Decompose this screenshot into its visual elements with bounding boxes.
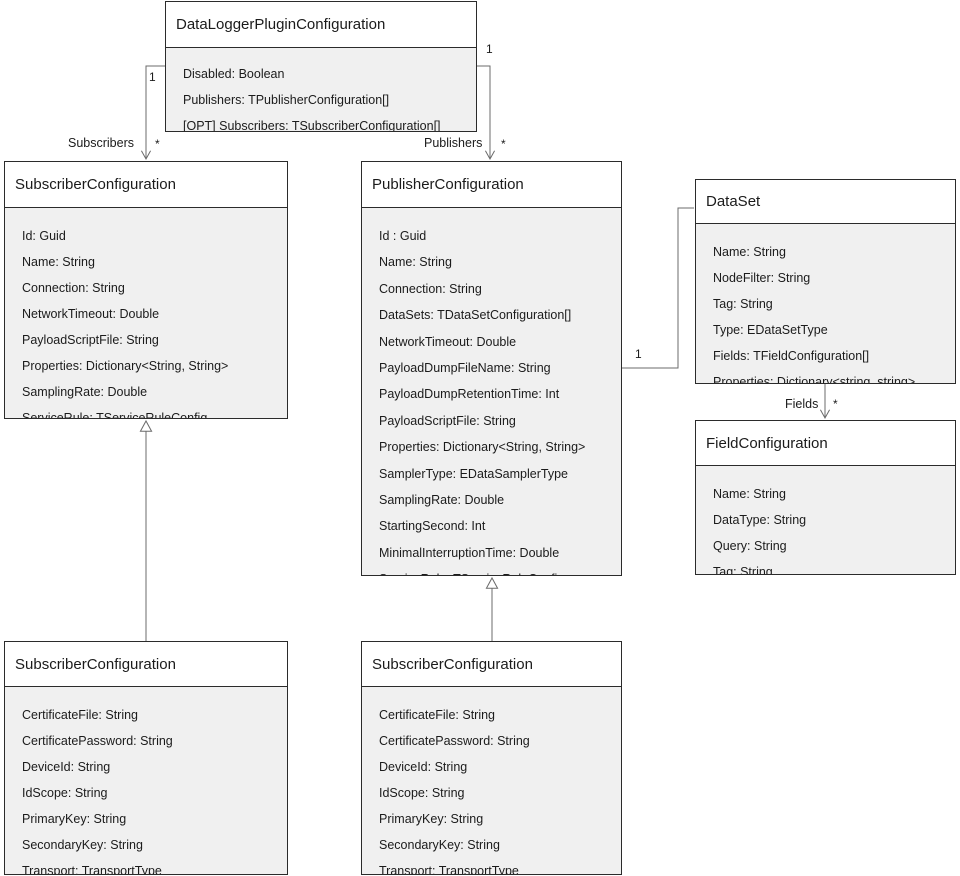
uml-class-subscriber-sub-center[interactable]: SubscriberConfiguration CertificateFile: … xyxy=(361,641,622,875)
uml-attribute: CertificatePassword: String xyxy=(22,734,173,748)
uml-class-name-dataset: DataSet xyxy=(696,180,955,224)
uml-attribute-list-publisher: Id : Guid Name: String Connection: String D… xyxy=(362,208,621,575)
uml-attribute: ServiceRule: TServiceRuleConfig xyxy=(22,411,208,418)
uml-attribute: Connection: String xyxy=(22,281,125,295)
uml-attribute: SamplerType: EDataSamplerType xyxy=(379,466,568,481)
uml-attribute: CertificatePassword: String xyxy=(379,734,530,748)
uml-class-name-publisher: PublisherConfiguration xyxy=(362,162,621,208)
uml-attribute: Tag: String xyxy=(713,297,773,311)
uml-attribute: DeviceId: String xyxy=(379,760,468,774)
edge-label-lbl-fields-many: * xyxy=(833,397,838,411)
uml-class-name-subscriber-sub-center: SubscriberConfiguration xyxy=(362,642,621,687)
uml-attribute: Name: String xyxy=(713,245,786,259)
edge-label-lbl-publishers-role: Publishers xyxy=(424,136,483,150)
uml-attribute: SecondaryKey: String xyxy=(379,838,500,852)
uml-class-publisher[interactable]: PublisherConfiguration Id : Guid Name: Str… xyxy=(361,161,622,576)
uml-attribute: Properties: Dictionary<String, String> xyxy=(22,359,229,373)
uml-attribute: IdScope: String xyxy=(379,786,465,800)
uml-attribute: Publishers: TPublisherConfiguration[] xyxy=(183,93,390,107)
edge-label-lbl-fields-role: Fields xyxy=(785,397,819,411)
uml-attribute-list-subscriber: Id: Guid Name: String Connection: String Ne… xyxy=(5,208,287,418)
uml-attribute: CertificateFile: String xyxy=(379,708,496,722)
uml-attribute: Id: Guid xyxy=(22,229,66,243)
uml-attribute: CertificateFile: String xyxy=(22,708,139,722)
uml-attribute: ServiceRule: TServiceRuleConfig xyxy=(362,573,621,575)
uml-attribute: PayloadScriptFile: String xyxy=(22,333,159,347)
uml-attribute: Name: String xyxy=(22,255,95,269)
edge-label-lbl-subscribers-many: * xyxy=(155,137,160,151)
uml-class-datalogger[interactable]: DataLoggerPluginConfiguration Disabled: B… xyxy=(165,1,477,132)
uml-class-fieldconfiguration[interactable]: FieldConfiguration Name: String DataType: … xyxy=(695,420,956,575)
uml-attribute: Type: EDataSetType xyxy=(713,323,828,337)
uml-class-diagram-canvas: DataLoggerPluginConfiguration Disabled: B… xyxy=(0,0,960,876)
uml-attribute: PrimaryKey: String xyxy=(379,812,484,826)
uml-attribute: SamplingRate: Double xyxy=(379,492,505,507)
uml-attribute: DataType: String xyxy=(713,513,807,527)
uml-attribute-list-datalogger: Disabled: Boolean Publishers: TPublisherC… xyxy=(166,48,476,131)
uml-attribute: Properties: Dictionary<string, string> xyxy=(713,375,916,383)
edge-label-lbl-subscribers-role: Subscribers xyxy=(68,136,134,150)
uml-class-name-subscriber: SubscriberConfiguration xyxy=(5,162,287,208)
edge-label-lbl-publishers-one: 1 xyxy=(486,42,493,56)
uml-attribute-list-subscriber-sub-center: CertificateFile: String CertificatePasswo… xyxy=(362,687,621,874)
uml-attribute: [OPT] Subscribers: TSubscriberConfigurat… xyxy=(183,119,441,131)
uml-attribute: Properties: Dictionary<String, String> xyxy=(379,440,586,455)
uml-attribute: SamplingRate: Double xyxy=(22,385,148,399)
uml-attribute-list-subscriber-sub-left: CertificateFile: String CertificatePasswo… xyxy=(5,687,287,874)
uml-attribute: NetworkTimeout: Double xyxy=(379,334,517,349)
uml-attribute: PayloadScriptFile: String xyxy=(379,413,516,428)
connector-publisher-dataset xyxy=(622,207,694,369)
uml-attribute: SecondaryKey: String xyxy=(22,838,143,852)
uml-attribute: Disabled: Boolean xyxy=(183,67,285,81)
uml-attribute: Transport: TransportType xyxy=(22,864,162,874)
uml-class-subscriber[interactable]: SubscriberConfiguration Id: Guid Name: Str… xyxy=(4,161,288,419)
uml-attribute: Tag: String xyxy=(713,565,773,574)
edge-label-lbl-publishers-many: * xyxy=(501,137,506,151)
uml-attribute: Id : Guid xyxy=(379,229,427,243)
uml-attribute: IdScope: String xyxy=(22,786,108,800)
uml-class-name-subscriber-sub-left: SubscriberConfiguration xyxy=(5,642,287,687)
edge-label-lbl-subscribers-one: 1 xyxy=(149,70,156,84)
uml-attribute: NodeFilter: String xyxy=(713,271,811,285)
uml-attribute: StartingSecond: Int xyxy=(379,519,486,534)
uml-attribute: NetworkTimeout: Double xyxy=(22,307,160,321)
uml-attribute: PayloadDumpFileName: String xyxy=(379,360,551,375)
uml-attribute: Name: String xyxy=(379,255,452,270)
uml-attribute: Name: String xyxy=(713,487,786,501)
uml-attribute: MinimalInterruptionTime: Double xyxy=(379,545,560,560)
uml-attribute: DataSets: TDataSetConfiguration[] xyxy=(379,308,572,323)
uml-attribute: Connection: String xyxy=(379,281,482,296)
edge-label-lbl-dataset-one: 1 xyxy=(635,347,642,361)
uml-attribute-list-dataset: Name: String NodeFilter: String Tag: Strin… xyxy=(696,224,955,383)
uml-attribute: DeviceId: String xyxy=(22,760,111,774)
uml-class-name-datalogger: DataLoggerPluginConfiguration xyxy=(166,2,476,48)
uml-attribute: PrimaryKey: String xyxy=(22,812,127,826)
uml-class-name-fieldconfiguration: FieldConfiguration xyxy=(696,421,955,466)
uml-attribute: Fields: TFieldConfiguration[] xyxy=(713,349,870,363)
uml-class-subscriber-sub-left[interactable]: SubscriberConfiguration CertificateFile: … xyxy=(4,641,288,875)
uml-attribute: Query: String xyxy=(713,539,787,553)
uml-attribute: PayloadDumpRetentionTime: Int xyxy=(379,387,560,402)
uml-attribute: Transport: TransportType xyxy=(379,864,519,874)
uml-attribute-list-fieldconfiguration: Name: String DataType: String Query: Strin… xyxy=(696,466,955,574)
uml-class-dataset[interactable]: DataSet Name: String NodeFilter: String Tag… xyxy=(695,179,956,384)
